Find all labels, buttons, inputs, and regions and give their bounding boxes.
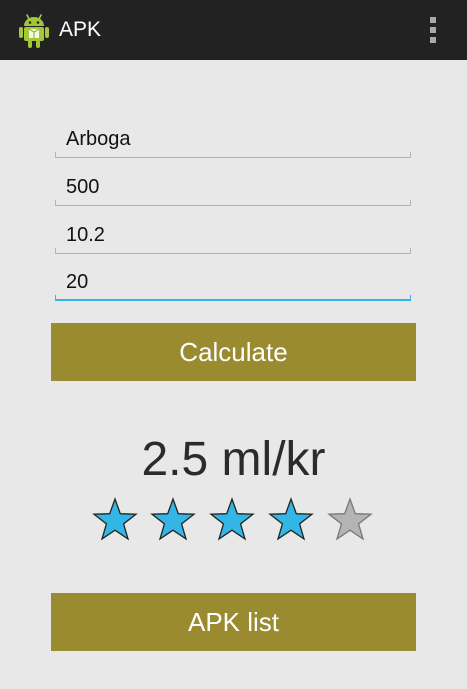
app-title: APK — [59, 18, 102, 41]
store-input[interactable] — [55, 122, 411, 156]
overflow-menu-icon[interactable] — [420, 12, 446, 48]
volume-input[interactable] — [55, 170, 411, 204]
calculate-button[interactable]: Calculate — [51, 323, 416, 381]
overflow-dot — [430, 17, 436, 23]
alcohol-input[interactable] — [55, 218, 411, 252]
volume-field[interactable] — [55, 170, 411, 206]
android-robot-icon[interactable] — [18, 13, 50, 49]
star-icon[interactable] — [207, 496, 257, 546]
field-underline — [55, 152, 411, 158]
price-input[interactable] — [55, 265, 411, 299]
rating-stars[interactable] — [90, 496, 380, 546]
field-underline-focused — [55, 295, 411, 301]
apk-list-button[interactable]: APK list — [51, 593, 416, 651]
overflow-dot — [430, 37, 436, 43]
store-field[interactable] — [55, 122, 411, 158]
star-icon[interactable] — [148, 496, 198, 546]
star-icon[interactable] — [266, 496, 316, 546]
alcohol-field[interactable] — [55, 218, 411, 254]
star-icon[interactable] — [325, 496, 375, 546]
field-underline — [55, 248, 411, 254]
action-bar: APK — [0, 0, 467, 60]
price-field[interactable] — [55, 265, 411, 301]
overflow-dot — [430, 27, 436, 33]
field-underline — [55, 200, 411, 206]
result-value: 2.5 ml/kr — [141, 433, 326, 486]
star-icon[interactable] — [90, 496, 140, 546]
